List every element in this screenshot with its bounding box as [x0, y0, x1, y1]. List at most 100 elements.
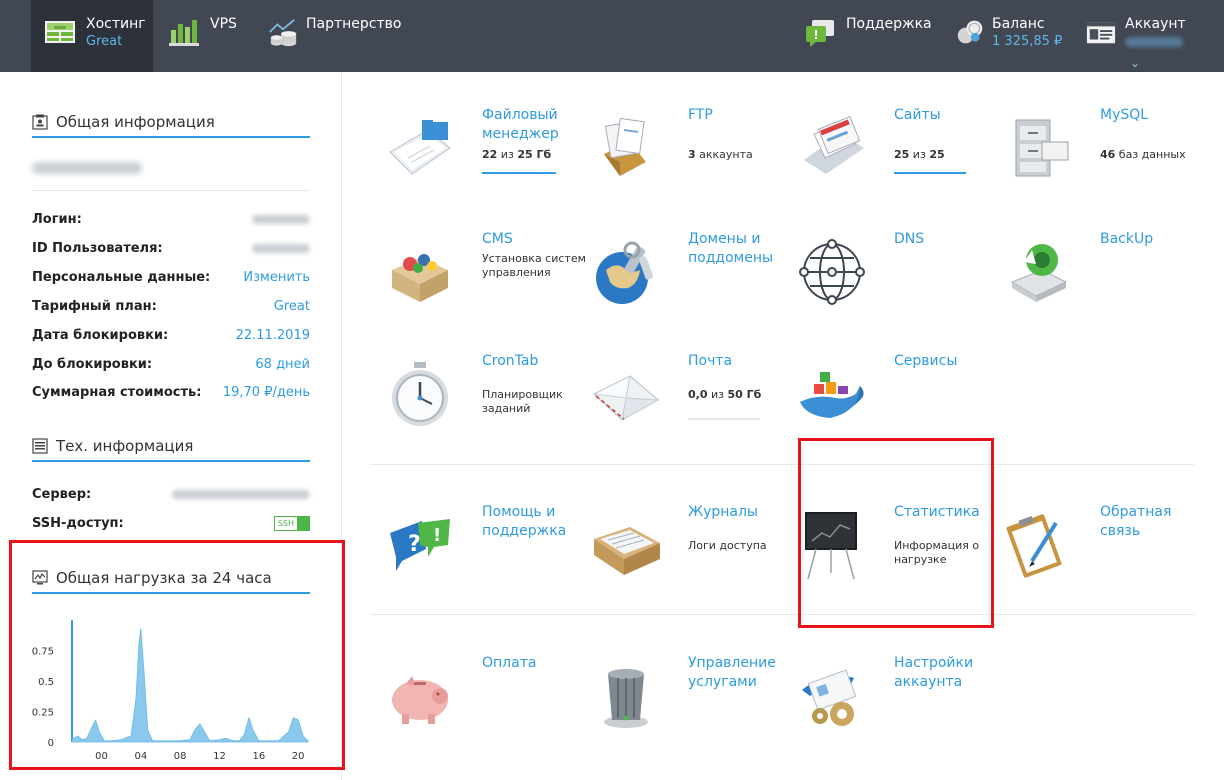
ssh-toggle-knob [297, 516, 309, 530]
tile-dns[interactable]: DNS [796, 230, 996, 330]
service-mgmt-title[interactable]: Управление услугами [688, 654, 792, 692]
svg-text:!: ! [433, 525, 441, 546]
tile-mail[interactable]: Почта 0,0 из 50 Гб [590, 352, 790, 452]
service-mgmt-icon [590, 660, 662, 732]
payment-icon [384, 660, 456, 732]
account-settings-title[interactable]: Настройки аккаунта [894, 654, 998, 692]
nav-balance[interactable]: Баланс 1 325,85 ₽ [956, 0, 1062, 72]
nav-vps[interactable]: VPS [168, 0, 237, 72]
logs-title[interactable]: Журналы [688, 503, 792, 522]
days-left-value: 68 дней [255, 356, 310, 372]
grid-divider [370, 614, 1194, 615]
file-manager-title[interactable]: Файловый менеджер [482, 106, 586, 144]
svg-text:?: ? [408, 532, 421, 557]
highlight-statistics-tile [798, 438, 994, 628]
dns-title[interactable]: DNS [894, 230, 998, 249]
id-card-icon [32, 114, 48, 130]
nav-partnership[interactable]: Партнерство [268, 0, 401, 72]
divider [32, 190, 310, 191]
general-info-header: Общая информация [32, 108, 310, 138]
server-value-redacted [172, 489, 310, 499]
tile-help[interactable]: ?! Помощь и поддержка [384, 503, 584, 603]
nav-hosting[interactable]: www Хостинг Great [31, 0, 153, 72]
svg-text:www: www [54, 25, 66, 31]
sites-usage-bar [894, 172, 966, 174]
nav-partnership-title: Партнерство [306, 16, 402, 32]
partnership-coins-icon [269, 19, 297, 47]
user-id-label: ID Пользователя: [32, 240, 163, 256]
info-row-days-left: До блокировки: 68 дней [32, 354, 310, 374]
tile-services[interactable]: Сервисы [796, 352, 996, 452]
services-title[interactable]: Сервисы [894, 352, 998, 371]
edit-personal-data-link[interactable]: Изменить [243, 270, 310, 285]
tile-feedback[interactable]: Обратная связь [1002, 503, 1202, 603]
tile-account-settings[interactable]: Настройки аккаунта [796, 654, 996, 754]
info-row-server: Сервер: [32, 484, 310, 504]
help-icon: ?! [384, 509, 456, 581]
help-title[interactable]: Помощь и поддержка [482, 503, 586, 541]
file-manager-icon [384, 112, 456, 184]
file-manager-description: 22 из 25 Гб [482, 148, 552, 161]
info-row-total-cost: Суммарная стоимость: 19,70 ₽/день [32, 382, 310, 402]
ftp-title[interactable]: FTP [688, 106, 792, 125]
tile-crontab[interactable]: CronTab Планировщик заданий [384, 352, 584, 452]
logs-description: Логи доступа [688, 539, 767, 552]
mysql-title[interactable]: MySQL [1100, 106, 1204, 125]
payment-title[interactable]: Оплата [482, 654, 586, 673]
mail-usage-bar [688, 418, 760, 420]
tile-backup[interactable]: BackUp [1002, 230, 1202, 330]
hosting-icon: www [45, 21, 75, 43]
tech-info-header: Тех. информация [32, 432, 310, 462]
ssh-toggle-label: SSH [277, 518, 294, 528]
user-id-value-redacted [252, 243, 310, 253]
tile-logs[interactable]: Журналы Логи доступа [590, 503, 790, 603]
crontab-icon [384, 358, 456, 430]
crontab-title[interactable]: CronTab [482, 352, 586, 371]
cms-icon [384, 236, 456, 308]
nav-support[interactable]: Поддержка [804, 0, 932, 72]
info-row-login: Логин: [32, 209, 310, 229]
account-name-redacted [32, 162, 142, 174]
info-row-tariff: Тарифный план: Great [32, 296, 310, 316]
top-navigation-bar: www Хостинг Great VPS Партнерство Поддер… [0, 0, 1224, 72]
feedback-title[interactable]: Обратная связь [1100, 503, 1204, 541]
tile-payment[interactable]: Оплата [384, 654, 584, 754]
sites-description: 25 из 25 [894, 148, 945, 161]
tile-cms[interactable]: CMS Установка систем управления [384, 230, 586, 330]
block-date-label: Дата блокировки: [32, 327, 169, 343]
nav-account-title: Аккаунт [1125, 16, 1186, 32]
mail-title[interactable]: Почта [688, 352, 792, 371]
server-label: Сервер: [32, 486, 92, 502]
support-chat-icon [806, 20, 834, 47]
cms-title[interactable]: CMS [482, 230, 586, 249]
tile-domains[interactable]: Домены и поддомены [590, 230, 790, 330]
cms-description: Установка систем управления [482, 252, 586, 279]
ssh-access-toggle[interactable]: SSH [273, 515, 310, 531]
tile-ftp[interactable]: FTP 3 аккаунта [590, 106, 790, 206]
tile-service-mgmt[interactable]: Управление услугами [590, 654, 790, 754]
nav-balance-amount: 1 325,85 ₽ [992, 34, 1063, 49]
personal-data-label: Персональные данные: [32, 269, 211, 285]
mysql-icon [1002, 112, 1074, 184]
ssh-label: SSH-доступ: [32, 515, 124, 531]
sites-icon [796, 112, 868, 184]
tech-info-title: Тех. информация [56, 437, 194, 455]
mysql-description: 46 баз данных [1100, 148, 1186, 161]
vps-bars-icon [169, 20, 199, 46]
mail-description: 0,0 из 50 Гб [688, 388, 762, 401]
account-chevron-down-icon[interactable]: ⌄ [1130, 56, 1140, 70]
account-settings-icon [796, 660, 868, 732]
info-row-block-date: Дата блокировки: 22.11.2019 [32, 325, 310, 345]
tile-sites[interactable]: Сайты 25 из 25 [796, 106, 996, 206]
crontab-description: Планировщик заданий [482, 388, 563, 415]
backup-title[interactable]: BackUp [1100, 230, 1204, 249]
logs-icon [590, 509, 662, 581]
sites-title[interactable]: Сайты [894, 106, 998, 125]
mail-icon [590, 358, 662, 430]
services-icon [796, 358, 868, 430]
balance-coins-icon [957, 20, 983, 44]
domains-title[interactable]: Домены и поддомены [688, 230, 792, 268]
tariff-plan-link[interactable]: Great [274, 299, 310, 314]
tile-mysql[interactable]: MySQL 46 баз данных [1002, 106, 1202, 206]
tile-file-manager[interactable]: Файловый менеджер 22 из 25 Гб [384, 106, 584, 206]
